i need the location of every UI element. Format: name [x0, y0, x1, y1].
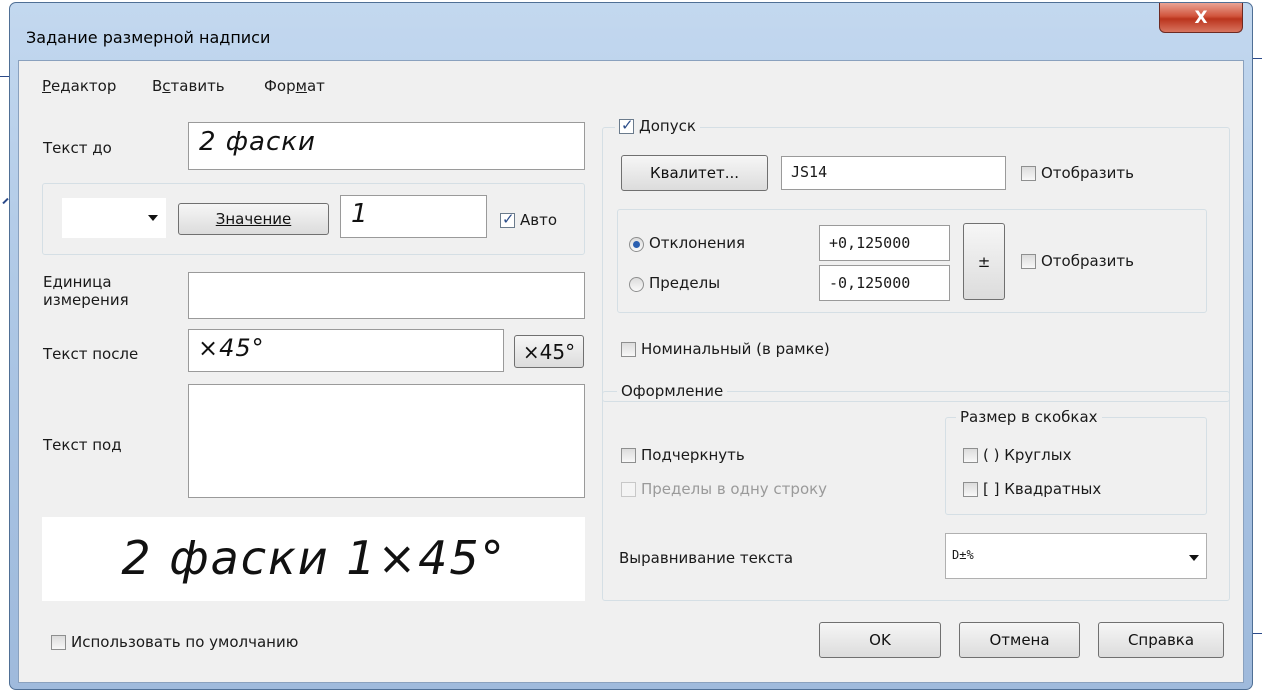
menu-editor-label: Редактор [42, 77, 117, 95]
menu-insert[interactable]: Вставить [152, 77, 225, 95]
upper-deviation-field[interactable]: +0,125000 [819, 225, 950, 261]
plusminus-button-label: ± [977, 252, 991, 271]
show-tolerance-label: Отобразить [1041, 164, 1134, 182]
preview-panel: 2 фаски 1×45° [42, 517, 585, 601]
background-line [0, 76, 9, 77]
value-button[interactable]: Значение [178, 203, 329, 235]
nominal-checkbox[interactable] [621, 342, 636, 357]
show-deviation-label: Отобразить [1041, 252, 1134, 270]
value-field[interactable]: 1 [340, 195, 487, 238]
background-line [1253, 58, 1262, 59]
times45-button-label: ×45° [522, 339, 576, 364]
menu-editor[interactable]: Редактор [42, 77, 116, 95]
qualitet-value: JS14 [791, 163, 828, 181]
chevron-down-icon [1189, 555, 1199, 561]
tolerance-checkbox[interactable] [619, 116, 634, 134]
dialog-client-area: Редактор Вставить Формат Текст до 2 фаск… [18, 60, 1244, 683]
brackets-legend: Размер в скобках [956, 408, 1102, 426]
ok-button-label: OK [869, 631, 891, 649]
show-deviation-checkbox[interactable] [1021, 254, 1036, 269]
chevron-down-icon [148, 215, 158, 221]
unit-field[interactable] [188, 272, 585, 319]
value-button-label: Значение [215, 210, 292, 228]
lower-deviation-value: -0,125000 [829, 274, 911, 292]
underline-checkbox[interactable] [621, 448, 636, 463]
menu-format[interactable]: Формат [264, 77, 325, 95]
times45-button[interactable]: ×45° [514, 335, 584, 368]
menu-insert-label: Вставить [152, 77, 225, 95]
text-under-field[interactable] [188, 384, 585, 498]
tolerance-legend: Допуск [615, 116, 700, 135]
align-select[interactable]: D±% [945, 533, 1207, 579]
round-brackets-label: ( ) Круглых [983, 446, 1072, 464]
nominal-label: Номинальный (в рамке) [641, 340, 830, 358]
background-line [1253, 633, 1262, 634]
align-label: Выравнивание текста [619, 549, 794, 567]
text-before-field[interactable]: 2 фаски [188, 122, 585, 170]
square-brackets-checkbox[interactable] [963, 482, 978, 497]
unit-label-line1: Единица [43, 273, 112, 291]
auto-checkbox[interactable] [500, 210, 515, 228]
upper-deviation-value: +0,125000 [829, 234, 911, 252]
use-default-checkbox[interactable] [51, 635, 66, 650]
text-after-field[interactable]: ×45° [188, 329, 504, 372]
text-before-label: Текст до [43, 139, 112, 157]
unit-label-line2: измерения [43, 291, 129, 309]
text-after-value: ×45° [198, 334, 265, 362]
square-brackets-label: [ ] Квадратных [983, 480, 1102, 498]
menu-format-label: Формат [264, 77, 325, 95]
qualitet-button-label: Квалитет... [649, 164, 740, 182]
symbol-select[interactable] [62, 198, 166, 238]
qualitet-field[interactable]: JS14 [781, 156, 1006, 190]
text-under-label: Текст под [43, 436, 122, 454]
format-legend: Оформление [617, 382, 728, 400]
unit-label: Единица измерения [43, 273, 129, 309]
plusminus-button[interactable]: ± [963, 223, 1005, 300]
round-brackets-checkbox[interactable] [963, 448, 978, 463]
deviation-radio[interactable] [629, 237, 644, 252]
use-default-label: Использовать по умолчанию [71, 633, 299, 651]
value-field-text: 1 [351, 199, 369, 229]
ok-button[interactable]: OK [819, 622, 941, 658]
help-button[interactable]: Справка [1098, 622, 1224, 658]
cancel-button-label: Отмена [989, 631, 1050, 649]
auto-label: Авто [520, 211, 558, 229]
underline-label: Подчеркнуть [641, 446, 745, 464]
background-line [2, 197, 9, 205]
limits-one-line-label: Пределы в одну строку [641, 480, 828, 498]
brackets-group [945, 417, 1207, 515]
lower-deviation-field[interactable]: -0,125000 [819, 265, 950, 301]
limits-one-line-checkbox[interactable] [621, 482, 636, 497]
cancel-button[interactable]: Отмена [959, 622, 1080, 658]
text-before-value: 2 фаски [199, 127, 316, 157]
help-button-label: Справка [1127, 631, 1195, 649]
limits-label: Пределы [649, 274, 721, 292]
qualitet-button[interactable]: Квалитет... [621, 155, 768, 191]
close-button[interactable]: X [1159, 3, 1243, 33]
window-title: Задание размерной надписи [26, 28, 271, 47]
preview-text: 2 фаски 1×45° [121, 531, 506, 585]
text-after-label: Текст после [43, 345, 139, 363]
close-icon: X [1194, 7, 1208, 28]
dialog-window: Задание размерной надписи X Редактор Вст… [9, 2, 1253, 690]
tolerance-label: Допуск [639, 117, 696, 135]
align-select-value: D±% [952, 548, 974, 562]
limits-radio[interactable] [629, 277, 644, 292]
deviation-label: Отклонения [649, 234, 745, 252]
show-tolerance-checkbox[interactable] [1021, 166, 1036, 181]
